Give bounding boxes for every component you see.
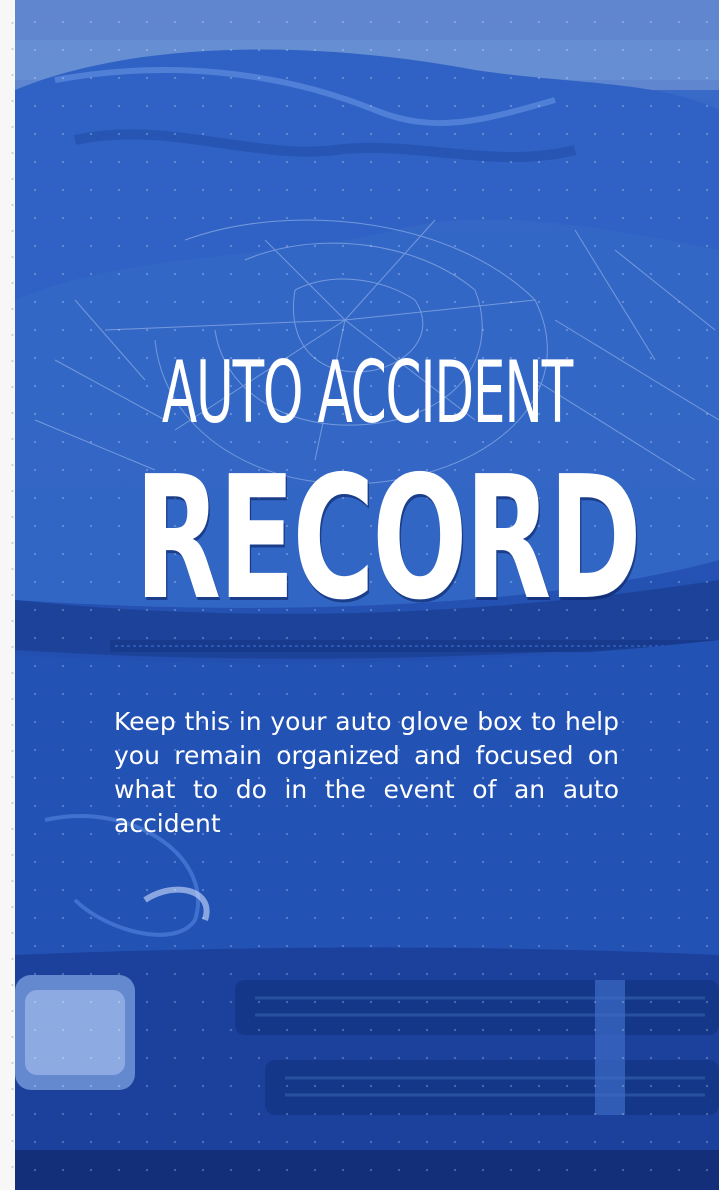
tagline-text: Keep this in your auto glove box to help… [114,707,619,838]
page-margin [0,0,15,1190]
title-line-auto-accident: AUTO ACCIDENT [161,343,573,443]
cover-panel: AUTO ACCIDENT RECORD Keep this in your a… [15,0,719,1190]
title-line-record: RECORD [134,440,642,638]
